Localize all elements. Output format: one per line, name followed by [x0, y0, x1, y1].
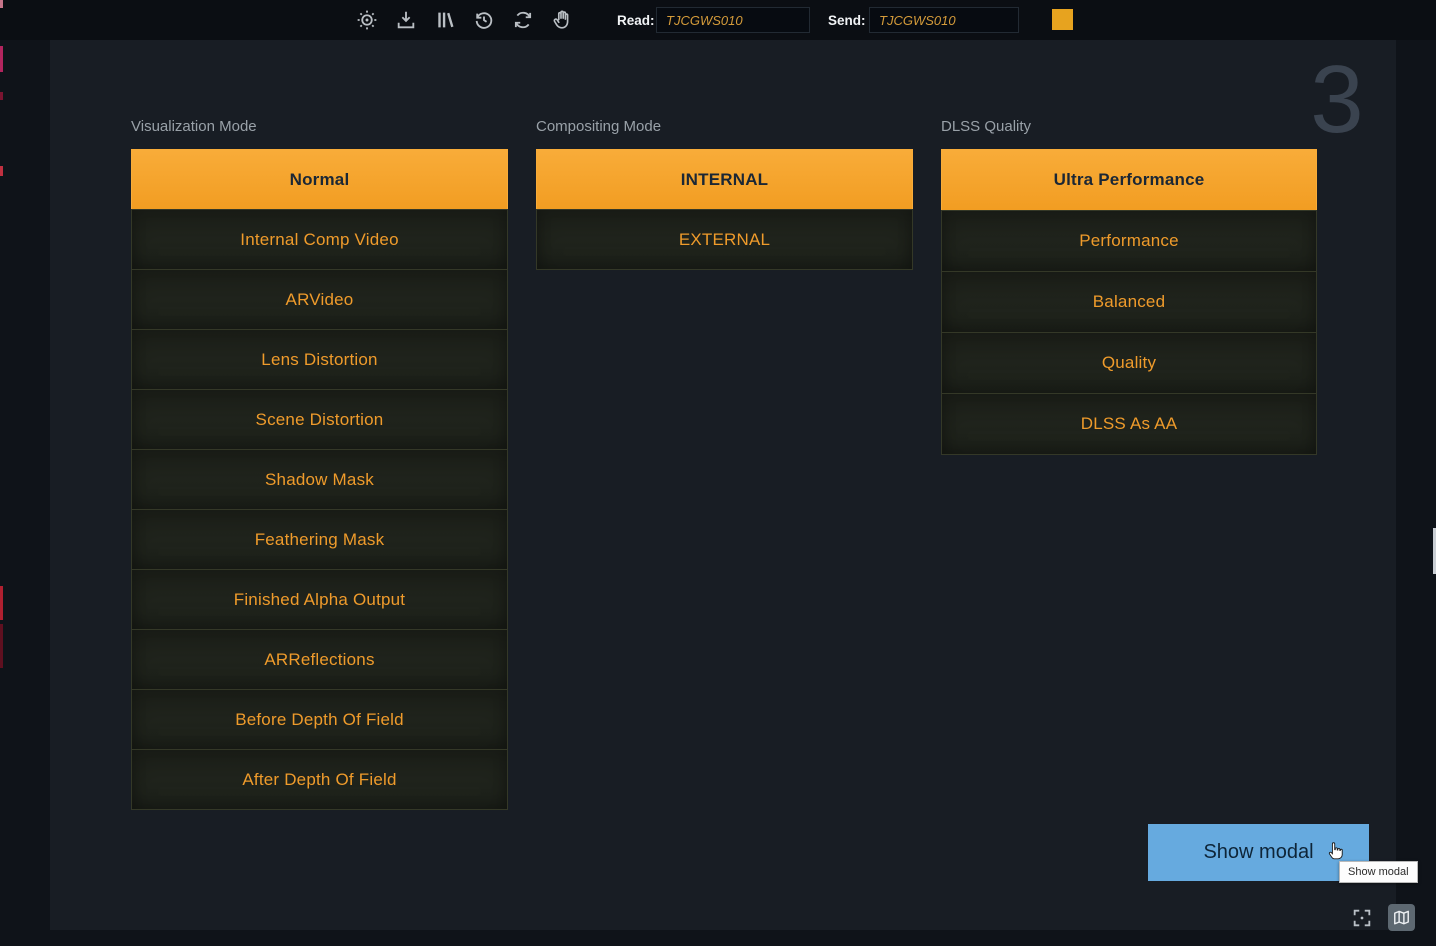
compositing-mode-label: Compositing Mode — [536, 116, 913, 138]
refresh-icon[interactable] — [512, 9, 534, 31]
visualization-mode-group: Visualization Mode Normal Internal Comp … — [131, 116, 508, 810]
import-icon[interactable] — [395, 9, 417, 31]
send-label: Send: — [828, 0, 866, 40]
option-balanced[interactable]: Balanced — [941, 271, 1317, 333]
option-external[interactable]: EXTERNAL — [536, 209, 913, 270]
option-finished-alpha-output[interactable]: Finished Alpha Output — [131, 569, 508, 630]
toolbar-icons — [356, 0, 573, 40]
option-quality[interactable]: Quality — [941, 332, 1317, 394]
option-arvideo[interactable]: ARVideo — [131, 269, 508, 330]
left-edge-artifact — [0, 166, 3, 176]
read-input[interactable] — [656, 7, 810, 33]
dlss-quality-group: DLSS Quality Ultra Performance Performan… — [941, 116, 1317, 455]
left-edge-artifact — [0, 46, 3, 72]
show-modal-tooltip: Show modal — [1339, 861, 1418, 883]
option-internal[interactable]: INTERNAL — [536, 149, 913, 210]
option-performance[interactable]: Performance — [941, 210, 1317, 272]
option-normal[interactable]: Normal — [131, 149, 508, 210]
pan-hand-icon[interactable] — [551, 9, 573, 31]
send-input[interactable] — [869, 7, 1019, 33]
option-dlss-as-aa[interactable]: DLSS As AA — [941, 393, 1317, 455]
option-ultra-performance[interactable]: Ultra Performance — [941, 149, 1317, 211]
settings-icon[interactable] — [356, 9, 378, 31]
option-lens-distortion[interactable]: Lens Distortion — [131, 329, 508, 390]
option-shadow-mask[interactable]: Shadow Mask — [131, 449, 508, 510]
left-edge-artifact — [0, 586, 3, 620]
option-before-depth-of-field[interactable]: Before Depth Of Field — [131, 689, 508, 750]
option-arreflections[interactable]: ARReflections — [131, 629, 508, 690]
left-edge-artifact — [0, 624, 3, 668]
compositing-mode-group: Compositing Mode INTERNAL EXTERNAL — [536, 116, 913, 270]
history-icon[interactable] — [473, 9, 495, 31]
option-scene-distortion[interactable]: Scene Distortion — [131, 389, 508, 450]
library-icon[interactable] — [434, 9, 456, 31]
read-label: Read: — [617, 0, 655, 40]
visualization-mode-label: Visualization Mode — [131, 116, 508, 138]
left-edge-artifact — [0, 92, 3, 100]
map-icon[interactable] — [1388, 904, 1415, 931]
topbar: Read: Send: — [0, 0, 1436, 40]
option-feathering-mask[interactable]: Feathering Mask — [131, 509, 508, 570]
option-internal-comp-video[interactable]: Internal Comp Video — [131, 209, 508, 270]
status-indicator — [1052, 9, 1073, 30]
show-modal-button[interactable]: Show modal — [1148, 824, 1369, 881]
fullscreen-icon[interactable] — [1351, 907, 1373, 929]
left-edge-artifact — [0, 0, 3, 8]
dlss-quality-label: DLSS Quality — [941, 116, 1317, 138]
option-after-depth-of-field[interactable]: After Depth Of Field — [131, 749, 508, 810]
